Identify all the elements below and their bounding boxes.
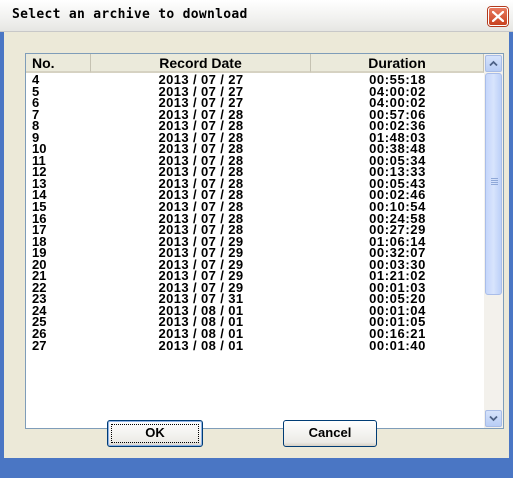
close-icon[interactable] <box>488 7 508 26</box>
archive-list[interactable]: No. Record Date Duration 4 2013 / 07 / 27… <box>25 53 504 429</box>
title-bar[interactable]: Select an archive to download <box>0 0 513 32</box>
dialog-body: No. Record Date Duration 4 2013 / 07 / 27… <box>4 32 509 458</box>
chevron-down-icon <box>489 415 498 422</box>
focus-rectangle <box>111 424 199 443</box>
chevron-up-icon <box>489 60 498 67</box>
thumb-grip-line <box>491 178 498 179</box>
ok-button[interactable]: OK <box>107 420 203 447</box>
column-header-no[interactable]: No. <box>26 54 91 73</box>
list-header: No. Record Date Duration <box>26 54 484 73</box>
cancel-button-label: Cancel <box>308 425 352 440</box>
thumb-grip-line <box>491 180 498 181</box>
column-header-duration[interactable]: Duration <box>311 54 484 73</box>
record-date: 2013 / 08 / 01 <box>158 337 244 353</box>
row-number: 27 <box>32 337 47 353</box>
table-row[interactable]: 27 2013 / 08 / 01 00:01:40 <box>26 337 484 353</box>
scrollbar-thumb[interactable] <box>485 73 502 295</box>
window-title: Select an archive to download <box>12 7 248 22</box>
scroll-down-button[interactable] <box>485 410 502 427</box>
vertical-scrollbar[interactable] <box>484 54 503 428</box>
thumb-grip-line <box>491 182 498 183</box>
duration: 00:01:40 <box>369 337 426 353</box>
column-header-record-date[interactable]: Record Date <box>91 54 311 73</box>
cancel-button[interactable]: Cancel <box>283 420 377 447</box>
thumb-grip-line <box>491 184 498 185</box>
dialog-window: Select an archive to download No. Record… <box>0 0 513 478</box>
window-bottom-border <box>0 458 513 478</box>
scroll-up-button[interactable] <box>485 55 502 72</box>
list-rows: 4 2013 / 07 / 27 00:55:18 5 2013 / 07 / 27 04… <box>26 73 484 353</box>
